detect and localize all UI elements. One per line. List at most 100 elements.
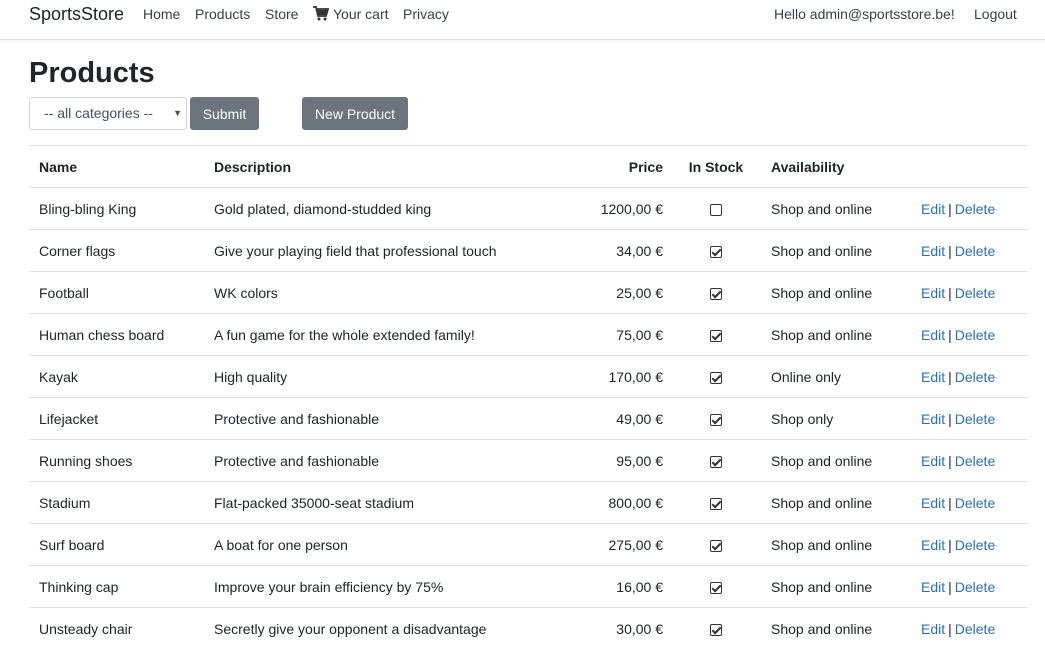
- cell-price: 95,00 €: [576, 439, 671, 482]
- header-in-stock: In Stock: [671, 145, 761, 188]
- table-row: Running shoes Protective and fashionable 9…: [29, 439, 1028, 482]
- cell-price: 800,00 €: [576, 481, 671, 524]
- cell-price: 75,00 €: [576, 313, 671, 356]
- delete-link[interactable]: Delete: [955, 411, 995, 427]
- cell-availability: Shop and online: [761, 187, 911, 230]
- cell-name: Surf board: [29, 523, 204, 566]
- cell-name: Kayak: [29, 355, 204, 398]
- action-separator: |: [948, 620, 952, 637]
- delete-link[interactable]: Delete: [955, 495, 995, 511]
- edit-link[interactable]: Edit: [921, 243, 945, 259]
- nav-products[interactable]: Products: [195, 6, 250, 22]
- table-row: Stadium Flat-packed 35000-seat stadium 800…: [29, 481, 1028, 524]
- edit-link[interactable]: Edit: [921, 285, 945, 301]
- table-header-row: Name Description Price In Stock Availabi…: [29, 145, 1028, 188]
- cell-availability: Shop and online: [761, 607, 911, 650]
- in-stock-checkbox: [710, 287, 722, 300]
- header-availability: Availability: [761, 145, 911, 188]
- nav-privacy[interactable]: Privacy: [403, 6, 449, 22]
- in-stock-checkbox: [710, 413, 722, 426]
- nav-home[interactable]: Home: [143, 6, 180, 22]
- table-row: Kayak High quality 170,00 € Online only Edit…: [29, 355, 1028, 398]
- cell-availability: Shop and online: [761, 523, 911, 566]
- in-stock-checkbox: [710, 203, 722, 216]
- edit-link[interactable]: Edit: [921, 201, 945, 217]
- cell-name: Lifejacket: [29, 397, 204, 440]
- cell-name: Football: [29, 271, 204, 314]
- delete-link[interactable]: Delete: [955, 369, 995, 385]
- edit-link[interactable]: Edit: [921, 537, 945, 553]
- delete-link[interactable]: Delete: [955, 453, 995, 469]
- cell-price: 16,00 €: [576, 565, 671, 608]
- category-select-value: -- all categories --: [44, 105, 153, 121]
- action-separator: |: [948, 326, 952, 343]
- action-separator: |: [948, 494, 952, 511]
- nav-store[interactable]: Store: [265, 6, 298, 22]
- action-separator: |: [948, 452, 952, 469]
- header-name: Name: [29, 145, 204, 188]
- cell-name: Human chess board: [29, 313, 204, 356]
- table-row: Unsteady chair Secretly give your opponen…: [29, 607, 1028, 650]
- nav-cart-label: Your cart: [333, 6, 389, 22]
- cell-in-stock: [671, 355, 761, 398]
- header-actions: [911, 145, 1028, 188]
- in-stock-checkbox: [710, 539, 722, 552]
- cell-price: 30,00 €: [576, 607, 671, 650]
- cell-availability: Online only: [761, 355, 911, 398]
- cell-price: 34,00 €: [576, 229, 671, 272]
- cell-description: High quality: [204, 355, 576, 398]
- logout-link[interactable]: Logout: [974, 6, 1017, 22]
- cell-actions: Edit | Delete: [911, 523, 1028, 566]
- edit-link[interactable]: Edit: [921, 327, 945, 343]
- cell-in-stock: [671, 313, 761, 356]
- cell-actions: Edit | Delete: [911, 313, 1028, 356]
- header-price: Price: [576, 145, 671, 188]
- cell-actions: Edit | Delete: [911, 187, 1028, 230]
- user-greeting: Hello admin@sportsstore.be!: [774, 6, 955, 22]
- table-row: Thinking cap Improve your brain efficienc…: [29, 565, 1028, 608]
- cell-description: Secretly give your opponent a disadvanta…: [204, 607, 576, 650]
- delete-link[interactable]: Delete: [955, 537, 995, 553]
- edit-link[interactable]: Edit: [921, 453, 945, 469]
- delete-link[interactable]: Delete: [955, 579, 995, 595]
- cell-name: Corner flags: [29, 229, 204, 272]
- chevron-down-icon: ▼: [173, 108, 182, 118]
- cell-description: Protective and fashionable: [204, 439, 576, 482]
- delete-link[interactable]: Delete: [955, 201, 995, 217]
- shopping-cart-icon: [313, 6, 329, 21]
- brand-link[interactable]: SportsStore: [29, 4, 124, 24]
- cell-description: Flat-packed 35000-seat stadium: [204, 481, 576, 524]
- header-description: Description: [204, 145, 576, 188]
- cell-description: A boat for one person: [204, 523, 576, 566]
- delete-link[interactable]: Delete: [955, 621, 995, 637]
- delete-link[interactable]: Delete: [955, 285, 995, 301]
- new-product-button[interactable]: New Product: [302, 97, 408, 130]
- cell-price: 49,00 €: [576, 397, 671, 440]
- edit-link[interactable]: Edit: [921, 495, 945, 511]
- cell-actions: Edit | Delete: [911, 271, 1028, 314]
- table-row: Lifejacket Protective and fashionable 49,0…: [29, 397, 1028, 440]
- edit-link[interactable]: Edit: [921, 369, 945, 385]
- in-stock-checkbox: [710, 329, 722, 342]
- action-separator: |: [948, 536, 952, 553]
- nav-cart[interactable]: Your cart: [313, 6, 389, 22]
- cell-availability: Shop and online: [761, 313, 911, 356]
- table-row: Human chess board A fun game for the whol…: [29, 313, 1028, 356]
- cell-name: Stadium: [29, 481, 204, 524]
- action-separator: |: [948, 410, 952, 427]
- edit-link[interactable]: Edit: [921, 579, 945, 595]
- cell-price: 25,00 €: [576, 271, 671, 314]
- cell-in-stock: [671, 271, 761, 314]
- edit-link[interactable]: Edit: [921, 411, 945, 427]
- submit-button[interactable]: Submit: [190, 97, 259, 130]
- edit-link[interactable]: Edit: [921, 621, 945, 637]
- delete-link[interactable]: Delete: [955, 243, 995, 259]
- cell-description: Give your playing field that professiona…: [204, 229, 576, 272]
- delete-link[interactable]: Delete: [955, 327, 995, 343]
- category-select[interactable]: -- all categories -- ▼: [29, 97, 187, 130]
- table-row: Corner flags Give your playing field that…: [29, 229, 1028, 272]
- page-title: Products: [29, 57, 155, 89]
- cell-name: Bling-bling King: [29, 187, 204, 230]
- navbar: SportsStore Home Products Store Your car…: [0, 0, 1045, 40]
- cell-actions: Edit | Delete: [911, 607, 1028, 650]
